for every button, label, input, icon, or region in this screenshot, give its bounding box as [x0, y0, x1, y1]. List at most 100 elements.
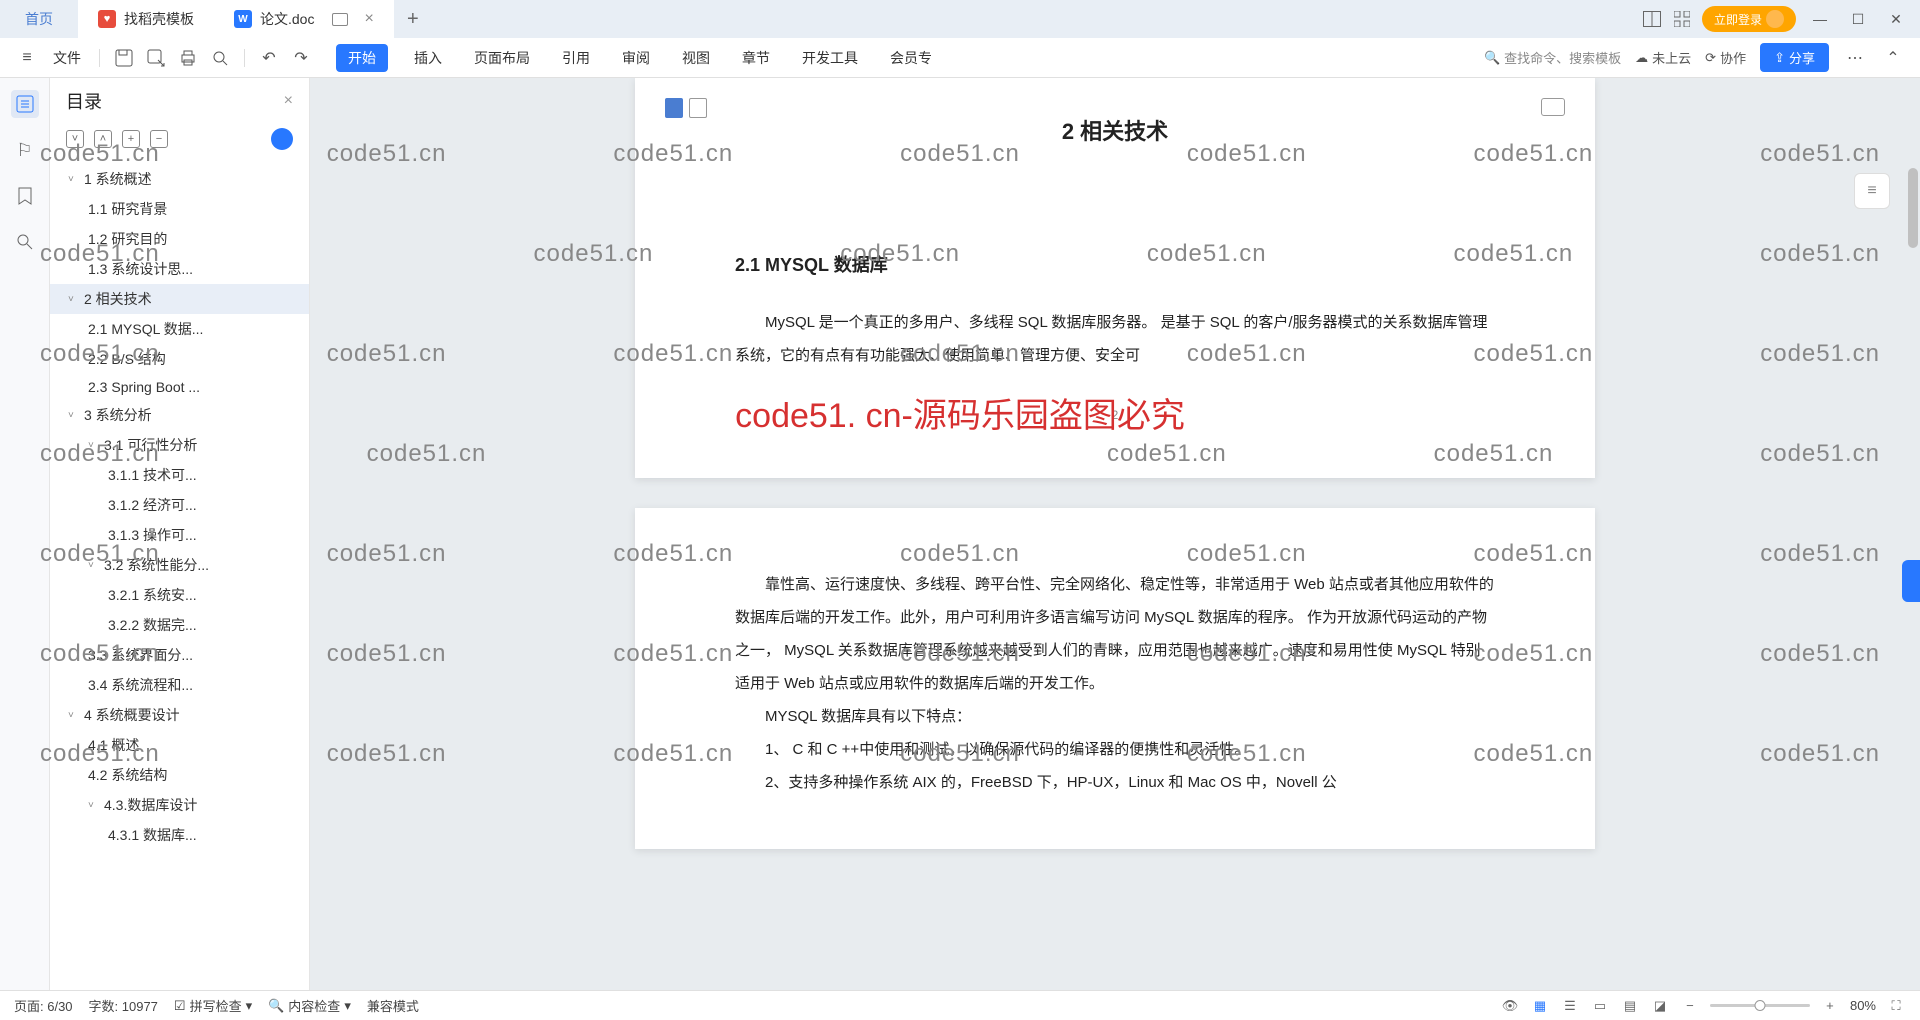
undo-icon[interactable]: ↶ — [257, 46, 281, 70]
more-icon[interactable]: ⋯ — [1843, 46, 1867, 70]
share-button[interactable]: ⇪分享 — [1760, 43, 1829, 72]
tree-item-label: 4.1 概述 — [88, 735, 139, 755]
chevron-down-icon[interactable]: ˅ — [68, 710, 80, 721]
tree-item[interactable]: 4.3.1 数据库... — [50, 820, 309, 850]
tree-item[interactable]: 2.3 Spring Boot ... — [50, 374, 309, 400]
search-sidebar-icon[interactable] — [11, 228, 39, 256]
zoom-thumb[interactable] — [1754, 1000, 1765, 1011]
collapse-all-icon[interactable]: ˅ — [66, 130, 84, 148]
file-menu[interactable]: 文件 — [53, 48, 81, 68]
flag-icon[interactable]: ⚐ — [11, 136, 39, 164]
add-tab-button[interactable]: + — [394, 8, 432, 31]
menu-references[interactable]: 引用 — [556, 44, 596, 72]
tree-item[interactable]: ˅1 系统概述 — [50, 164, 309, 194]
tree-item[interactable]: 1.2 研究目的 — [50, 224, 309, 254]
collapse-icon[interactable]: ⌃ — [1881, 46, 1905, 70]
tree-item[interactable]: 2.1 MYSQL 数据... — [50, 314, 309, 344]
tree-item[interactable]: 3.1.3 操作可... — [50, 520, 309, 550]
save-icon[interactable] — [112, 46, 136, 70]
tree-item[interactable]: 3.2.1 系统安... — [50, 580, 309, 610]
zoom-slider[interactable] — [1710, 1004, 1810, 1007]
zoom-in-icon[interactable]: + — [1820, 996, 1840, 1016]
menu-insert[interactable]: 插入 — [408, 44, 448, 72]
tree-item[interactable]: ˅2 相关技术 — [50, 284, 309, 314]
menu-chapter[interactable]: 章节 — [736, 44, 776, 72]
tab-document[interactable]: W 论文.doc × — [214, 0, 394, 38]
scrollbar-thumb[interactable] — [1908, 168, 1918, 248]
outline-tab-icon[interactable] — [11, 90, 39, 118]
chevron-down-icon[interactable]: ˅ — [88, 560, 100, 571]
remove-item-icon[interactable]: − — [150, 130, 168, 148]
menu-review[interactable]: 审阅 — [616, 44, 656, 72]
login-button[interactable]: 立即登录 — [1702, 6, 1796, 32]
tree-item[interactable]: 2.2 B/S 结构 — [50, 344, 309, 374]
tree-item[interactable]: 3.1.2 经济可... — [50, 490, 309, 520]
right-tab-handle[interactable] — [1902, 560, 1920, 602]
tree-item[interactable]: 3.1.1 技术可... — [50, 460, 309, 490]
print-icon[interactable] — [176, 46, 200, 70]
chevron-down-icon[interactable]: ˅ — [68, 174, 80, 185]
close-button[interactable]: ✕ — [1882, 5, 1910, 33]
apps-icon[interactable] — [1672, 9, 1692, 29]
page-icon[interactable] — [665, 98, 683, 118]
focus-icon[interactable]: ◪ — [1650, 996, 1670, 1016]
layout-icon[interactable] — [1642, 9, 1662, 29]
right-flyout-icon[interactable]: ≡ — [1854, 173, 1890, 209]
page-view-icon[interactable]: ▦ — [1530, 996, 1550, 1016]
outline-view-icon[interactable]: ☰ — [1560, 996, 1580, 1016]
redo-icon[interactable]: ↷ — [289, 46, 313, 70]
chevron-down-icon[interactable]: ˅ — [88, 800, 100, 811]
fullscreen-icon[interactable]: ⛶ — [1886, 996, 1906, 1016]
tree-item[interactable]: 4.2 系统结构 — [50, 760, 309, 790]
hamburger-icon[interactable]: ≡ — [15, 46, 39, 70]
share-icon: ⇪ — [1774, 50, 1785, 66]
maximize-button[interactable]: ☐ — [1844, 5, 1872, 33]
page-icon[interactable] — [689, 98, 707, 118]
expand-all-icon[interactable]: ˄ — [94, 130, 112, 148]
collab-button[interactable]: ⟳协作 — [1705, 48, 1746, 67]
tree-item-label: 3.1.3 操作可... — [108, 525, 197, 545]
minimize-button[interactable]: — — [1806, 5, 1834, 33]
page-options-icon[interactable] — [1541, 98, 1565, 116]
tab-template[interactable]: ♥ 找稻壳模板 — [78, 0, 214, 38]
page-indicator[interactable]: 页面: 6/30 — [14, 996, 73, 1015]
menu-view[interactable]: 视图 — [676, 44, 716, 72]
tree-item[interactable]: 3.2.2 数据完... — [50, 610, 309, 640]
menu-member[interactable]: 会员专 — [884, 44, 938, 72]
tree-item[interactable]: ˅4.3.数据库设计 — [50, 790, 309, 820]
content-check[interactable]: 🔍内容检查▾ — [268, 996, 351, 1015]
tree-item[interactable]: ˅3.1 可行性分析 — [50, 430, 309, 460]
zoom-out-icon[interactable]: − — [1680, 996, 1700, 1016]
close-icon[interactable]: × — [364, 10, 373, 28]
cloud-status[interactable]: ☁未上云 — [1635, 48, 1691, 67]
spell-check[interactable]: ☑拼写检查▾ — [174, 996, 252, 1015]
search-command[interactable]: 🔍查找命令、搜索模板 — [1484, 48, 1621, 67]
outline-close-icon[interactable]: × — [284, 92, 293, 110]
save-as-icon[interactable] — [144, 46, 168, 70]
chevron-down-icon[interactable]: ˅ — [68, 410, 80, 421]
bookmark-icon[interactable] — [11, 182, 39, 210]
preview-icon[interactable] — [208, 46, 232, 70]
menu-start[interactable]: 开始 — [336, 44, 388, 72]
compat-mode[interactable]: 兼容模式 — [367, 996, 419, 1015]
word-count[interactable]: 字数: 10977 — [89, 996, 158, 1015]
chevron-down-icon[interactable]: ˅ — [68, 294, 80, 305]
tree-item[interactable]: ˅3.2 系统性能分... — [50, 550, 309, 580]
tree-item[interactable]: 3.4 系统流程和... — [50, 670, 309, 700]
outline-badge-icon[interactable] — [271, 128, 293, 150]
chevron-down-icon[interactable]: ˅ — [88, 440, 100, 451]
tree-item[interactable]: 4.1 概述 — [50, 730, 309, 760]
menu-layout[interactable]: 页面布局 — [468, 44, 536, 72]
read-view-icon[interactable]: ▤ — [1620, 996, 1640, 1016]
tree-item[interactable]: ˅3 系统分析 — [50, 400, 309, 430]
web-view-icon[interactable]: ▭ — [1590, 996, 1610, 1016]
tree-item[interactable]: 1.1 研究背景 — [50, 194, 309, 224]
zoom-level[interactable]: 80% — [1850, 998, 1876, 1013]
tree-item[interactable]: ˅4 系统概要设计 — [50, 700, 309, 730]
menu-devtools[interactable]: 开发工具 — [796, 44, 864, 72]
tree-item[interactable]: 3.3 系统界面分... — [50, 640, 309, 670]
tree-item[interactable]: 1.3 系统设计思... — [50, 254, 309, 284]
eye-icon[interactable]: 👁 — [1500, 996, 1520, 1016]
tab-home[interactable]: 首页 — [0, 0, 78, 38]
add-item-icon[interactable]: + — [122, 130, 140, 148]
